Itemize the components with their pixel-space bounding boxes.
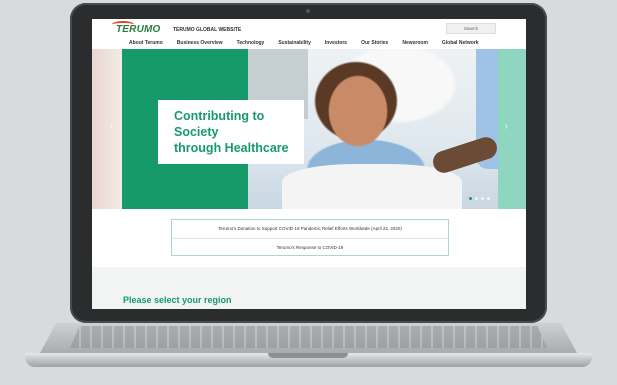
carousel-dot[interactable] <box>481 197 484 200</box>
hero-side-image-right <box>498 49 526 209</box>
hero-photo-blanket <box>282 164 462 209</box>
nav-item-sustainability[interactable]: Sustainability <box>278 40 311 46</box>
carousel-dot[interactable] <box>469 197 472 200</box>
news-link-donation[interactable]: Terumo's Donation to Support COVID-19 Pa… <box>172 220 448 239</box>
main-nav: About Terumo Business Overview Technolog… <box>129 40 493 46</box>
nav-item-technology[interactable]: Technology <box>237 40 265 46</box>
carousel-dot[interactable] <box>475 197 478 200</box>
laptop-lid: TERUMO TERUMO GLOBAL WEBSITE Search Abou… <box>70 3 547 323</box>
site-header: TERUMO TERUMO GLOBAL WEBSITE Search Abou… <box>92 19 526 49</box>
webcam <box>306 9 310 13</box>
hero-caption: Contributing to Society through Healthca… <box>174 109 289 155</box>
laptop-screen: TERUMO TERUMO GLOBAL WEBSITE Search Abou… <box>92 19 526 309</box>
nav-item-investors[interactable]: Investors <box>325 40 347 46</box>
hero-side-image <box>92 49 122 209</box>
hero-carousel[interactable]: Contributing to Society through Healthca… <box>92 49 526 209</box>
hero-caption-box: Contributing to Society through Healthca… <box>158 100 304 164</box>
news-link-covid-response[interactable]: Terumo's Response to COVID-19 <box>172 239 448 257</box>
terumo-logo[interactable]: TERUMO <box>112 21 161 35</box>
carousel-dots <box>469 197 490 200</box>
laptop-keyboard <box>70 326 547 348</box>
nav-item-business-overview[interactable]: Business Overview <box>177 40 223 46</box>
carousel-dot[interactable] <box>487 197 490 200</box>
region-title: Please select your region <box>123 295 232 305</box>
nav-item-about[interactable]: About Terumo <box>129 40 163 46</box>
nav-item-global-network[interactable]: Global Network <box>442 40 479 46</box>
nav-item-our-stories[interactable]: Our Stories <box>361 40 388 46</box>
laptop-notch <box>268 353 348 358</box>
carousel-prev-icon[interactable]: ‹ <box>110 121 113 132</box>
logo-swoosh-icon <box>112 21 134 28</box>
site-name: TERUMO GLOBAL WEBSITE <box>173 27 242 33</box>
news-box: Terumo's Donation to Support COVID-19 Pa… <box>171 219 449 256</box>
nav-item-newsroom[interactable]: Newsroom <box>402 40 428 46</box>
carousel-next-icon[interactable]: › <box>505 121 508 132</box>
search-input[interactable]: Search <box>446 23 496 34</box>
